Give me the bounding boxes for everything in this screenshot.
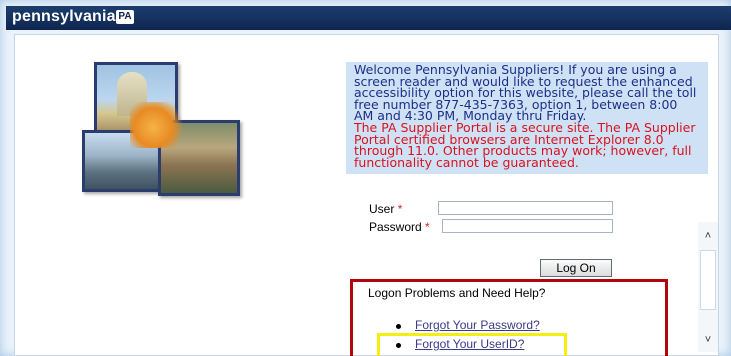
required-marker: * (425, 220, 430, 234)
scroll-thumb[interactable] (700, 250, 716, 310)
user-input[interactable] (438, 201, 613, 215)
log-on-button[interactable]: Log On (540, 259, 612, 277)
password-label: Password * (369, 220, 430, 234)
help-title: Logon Problems and Need Help? (368, 286, 546, 300)
welcome-notice: Welcome Pennsylvania Suppliers! If you a… (346, 62, 708, 174)
forgot-password-link[interactable]: Forgot Your Password? (415, 318, 540, 332)
required-marker: * (397, 202, 403, 216)
password-label-text: Password (369, 220, 422, 234)
scroll-up-icon[interactable]: ˄ (698, 228, 718, 244)
logo-badge: PA (116, 10, 134, 24)
secure-site-text: The PA Supplier Portal is a secure site.… (354, 119, 696, 170)
scroll-down-icon[interactable]: ˅ (698, 332, 718, 348)
highlight-box (377, 333, 567, 356)
welcome-text: Welcome Pennsylvania Suppliers! If you a… (354, 62, 697, 124)
user-label: User * (369, 202, 402, 216)
logo-text: pennsylvania (12, 8, 116, 25)
user-label-text: User (369, 202, 395, 216)
bullet-icon (396, 324, 401, 329)
header-bar: pennsylvania PA (6, 6, 731, 30)
password-input[interactable] (442, 219, 613, 233)
flowers-photo (130, 102, 188, 148)
